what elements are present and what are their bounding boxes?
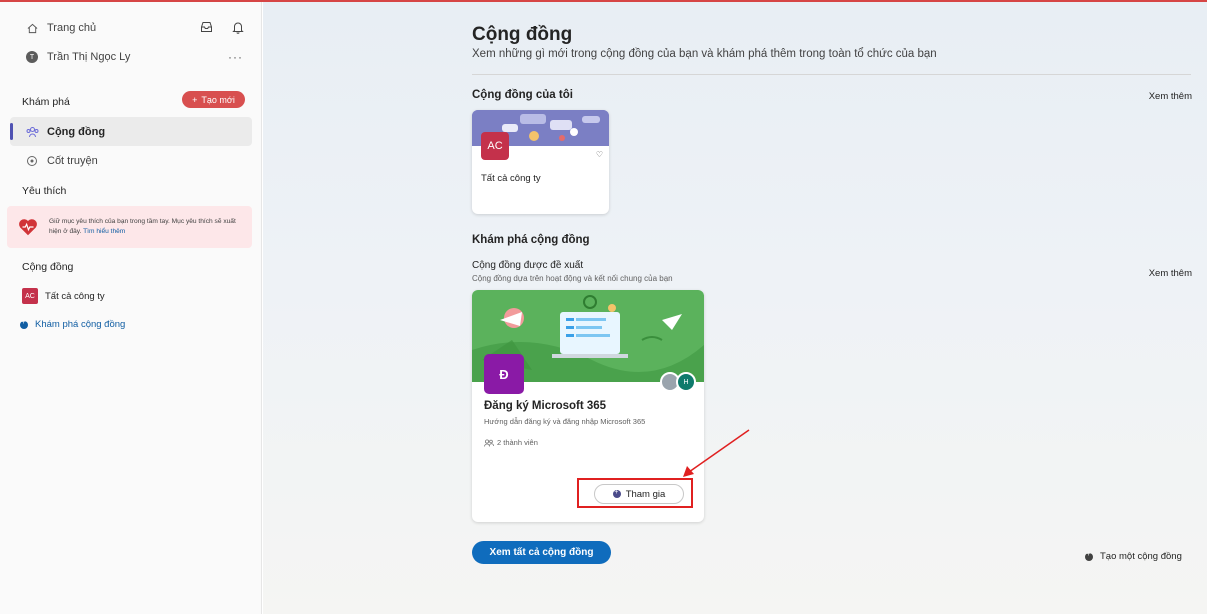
see-all-communities-button[interactable]: Xem tất cả cộng đồng (472, 541, 611, 564)
user-profile-item[interactable]: T Trần Thị Ngọc Ly (0, 48, 262, 66)
annotation-highlight-box (577, 478, 693, 508)
sidebar-item-label: Cốt truyện (47, 155, 98, 167)
member-avatars: H (660, 372, 696, 392)
inbox-icon[interactable] (199, 20, 213, 34)
sidebar-top-icons (199, 20, 245, 34)
active-indicator (10, 123, 13, 140)
user-name: Trần Thị Ngọc Ly (47, 51, 131, 63)
create-new-label: Tạo mới (201, 94, 235, 105)
suggested-heading: Cộng đồng được đề xuất (472, 260, 584, 271)
sidebar-item-communities[interactable]: Cộng đồng (10, 117, 252, 146)
member-count-label: 2 thành viên (497, 438, 538, 447)
learn-more-link[interactable]: Tìm hiểu thêm (83, 228, 125, 235)
community-name: Đăng ký Microsoft 365 (484, 400, 607, 412)
favorite-heart-icon[interactable]: ♡ (596, 150, 603, 159)
communities-section-title: Cộng đồng (22, 261, 74, 273)
heart-icon (19, 219, 37, 236)
add-circle-icon (1085, 551, 1093, 561)
community-badge: AC (22, 288, 38, 304)
explore-section-title: Khám phá (22, 96, 70, 108)
page-subtitle: Xem những gì mới trong cộng đồng của bạn… (472, 48, 937, 60)
sidebar-item-storyline[interactable]: Cốt truyện (0, 152, 262, 170)
favorites-description: Giữ mục yêu thích của bạn trong tầm tay.… (49, 218, 236, 235)
community-description: Hướng dẫn đăng ký và đăng nhập Microsoft… (484, 417, 646, 426)
see-more-link[interactable]: Xem thêm (1149, 91, 1192, 102)
see-more-link[interactable]: Xem thêm (1149, 268, 1192, 279)
storyline-icon (25, 154, 39, 168)
explore-communities-link[interactable]: Khám phá cộng đồng (20, 319, 125, 330)
annotation-arrow (683, 429, 750, 477)
home-icon (25, 21, 39, 35)
sidebar-item-label: Cộng đồng (47, 125, 106, 138)
bell-icon[interactable] (231, 20, 245, 34)
community-name: Tất cả công ty (481, 173, 541, 184)
community-badge: AC (481, 132, 509, 160)
my-communities-heading: Cộng đồng của tôi (472, 89, 573, 101)
add-circle-icon (20, 319, 28, 329)
community-label: Tất cả công ty (45, 290, 105, 302)
favorites-text: Giữ mục yêu thích của bạn trong tầm tay.… (49, 217, 249, 237)
suggested-subtitle: Cộng đồng dựa trên hoạt động và kết nối … (472, 274, 673, 283)
plus-icon: + (192, 94, 198, 105)
people-icon (484, 438, 494, 447)
home-label: Trang chủ (47, 22, 97, 34)
favorites-empty-state: Giữ mục yêu thích của bạn trong tầm tay.… (7, 206, 252, 248)
more-options-icon[interactable]: ··· (228, 50, 243, 64)
create-community-link[interactable]: Tạo một cộng đồng (1085, 551, 1182, 562)
community-badge: Đ (484, 354, 524, 394)
member-avatar: H (676, 372, 696, 392)
sidebar-community-all-company[interactable]: AC Tất cả công ty (22, 288, 105, 304)
divider (472, 74, 1191, 75)
explore-communities-heading: Khám phá cộng đồng (472, 234, 590, 246)
create-new-button[interactable]: + Tạo mới (182, 91, 245, 108)
page-title: Cộng đồng (472, 24, 573, 45)
create-community-label: Tạo một cộng đồng (1100, 551, 1182, 562)
sidebar: Trang chủ T Trần Thị Ngọc Ly ··· Khám ph… (0, 2, 262, 614)
community-icon (25, 125, 39, 139)
main-content: Cộng đồng Xem những gì mới trong cộng đồ… (263, 2, 1207, 614)
member-count: 2 thành viên (484, 438, 538, 447)
community-card-all-company[interactable]: AC ♡ Tất cả công ty (472, 110, 609, 214)
user-avatar: T (26, 51, 38, 63)
favorites-section-title: Yêu thích (22, 185, 67, 197)
explore-link-label: Khám phá cộng đồng (35, 319, 126, 330)
